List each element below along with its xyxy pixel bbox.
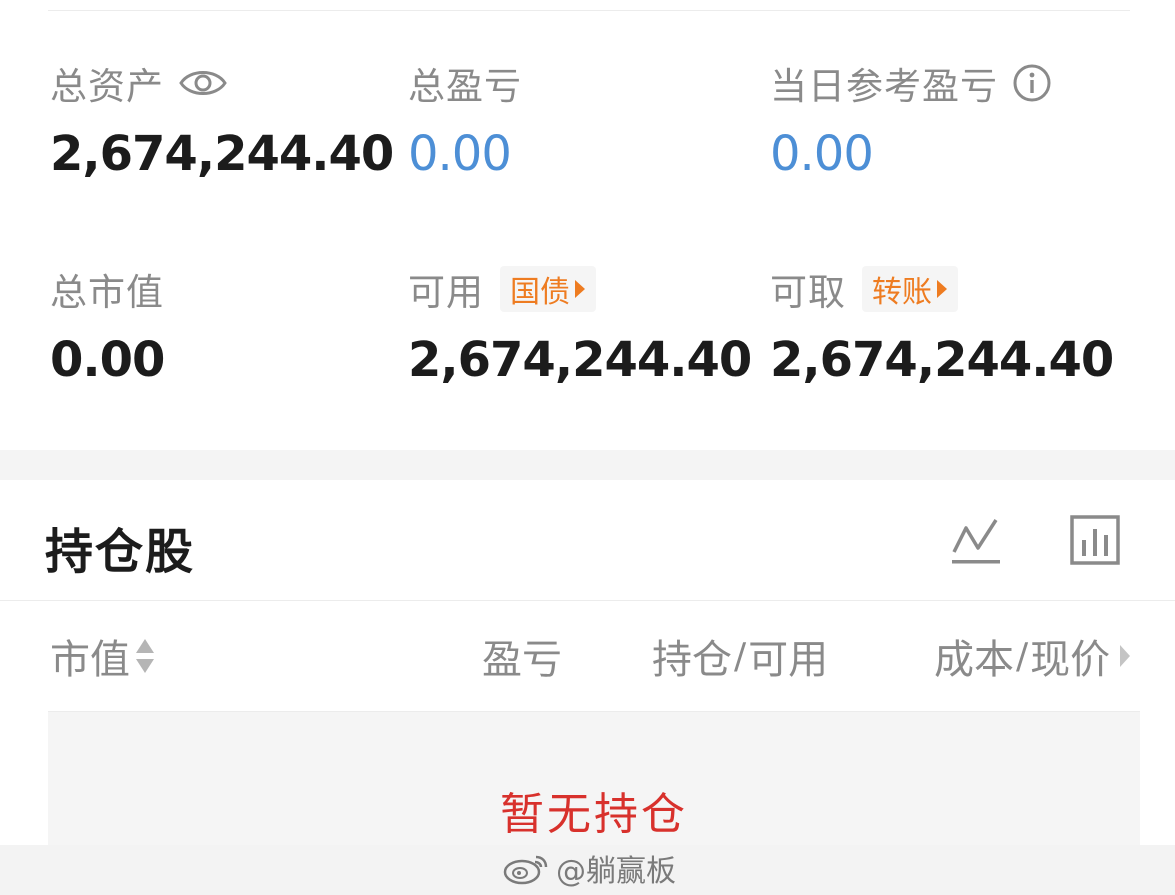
transfer-button[interactable]: 转账 bbox=[862, 266, 958, 312]
section-divider bbox=[0, 450, 1175, 480]
column-pnl: 盈亏 bbox=[482, 628, 562, 684]
treasury-bond-label: 国债 bbox=[510, 275, 570, 310]
chevron-right-icon bbox=[936, 279, 948, 299]
chevron-right-icon bbox=[574, 279, 586, 299]
total-assets-block: 总资产 2,674,244.40 bbox=[50, 58, 394, 182]
total-pnl-block: 总盈亏 0.00 bbox=[408, 58, 522, 182]
column-pnl-label: 盈亏 bbox=[482, 637, 562, 683]
watermark: @躺赢板 bbox=[502, 846, 676, 890]
column-separator: / bbox=[734, 635, 747, 677]
sort-icon[interactable] bbox=[134, 637, 156, 675]
treasury-bond-button[interactable]: 国债 bbox=[500, 266, 596, 312]
column-cost-price: 成本 / 现价 bbox=[934, 628, 1132, 684]
column-position-label: 持仓 bbox=[652, 637, 732, 683]
daily-pnl-value: 0.00 bbox=[770, 126, 874, 182]
column-available-label: 可用 bbox=[748, 637, 829, 683]
total-assets-value: 2,674,244.40 bbox=[50, 126, 394, 182]
column-current-price-label: 现价 bbox=[1030, 637, 1111, 683]
market-value-value: 0.00 bbox=[50, 332, 165, 388]
market-value-label: 总市值 bbox=[50, 271, 164, 314]
available-label: 可用 bbox=[408, 271, 484, 314]
chevron-right-icon[interactable] bbox=[1118, 643, 1132, 669]
withdrawable-block: 可取 转账 2,674,244.40 bbox=[770, 264, 1114, 388]
withdrawable-label: 可取 bbox=[770, 271, 846, 314]
available-block: 可用 国债 2,674,244.40 bbox=[408, 264, 752, 388]
top-divider bbox=[48, 10, 1130, 11]
available-value: 2,674,244.40 bbox=[408, 332, 752, 388]
withdrawable-value: 2,674,244.40 bbox=[770, 332, 1114, 388]
column-market-value[interactable]: 市值 bbox=[50, 628, 156, 684]
total-pnl-value: 0.00 bbox=[408, 126, 512, 182]
daily-pnl-block: 当日参考盈亏 0.00 bbox=[770, 58, 1052, 182]
bar-chart-icon[interactable] bbox=[1068, 512, 1124, 568]
total-pnl-label: 总盈亏 bbox=[408, 65, 522, 108]
daily-pnl-label: 当日参考盈亏 bbox=[770, 65, 998, 108]
column-cost-label: 成本 bbox=[934, 637, 1014, 683]
column-market-value-label: 市值 bbox=[50, 637, 130, 683]
transfer-label: 转账 bbox=[872, 275, 932, 310]
total-assets-label: 总资产 bbox=[50, 65, 164, 108]
watermark-text: @躺赢板 bbox=[556, 854, 676, 889]
trend-line-icon[interactable] bbox=[948, 512, 1004, 568]
market-value-block: 总市值 0.00 bbox=[50, 264, 165, 388]
column-position: 持仓 / 可用 bbox=[652, 628, 828, 684]
weibo-logo-icon bbox=[502, 851, 550, 885]
holdings-title: 持仓股 bbox=[45, 524, 196, 580]
eye-icon[interactable] bbox=[178, 66, 228, 100]
holdings-header-divider bbox=[0, 600, 1175, 601]
column-separator: / bbox=[1016, 635, 1029, 677]
empty-holdings-text: 暂无持仓 bbox=[500, 789, 688, 840]
info-icon[interactable] bbox=[1012, 63, 1052, 103]
